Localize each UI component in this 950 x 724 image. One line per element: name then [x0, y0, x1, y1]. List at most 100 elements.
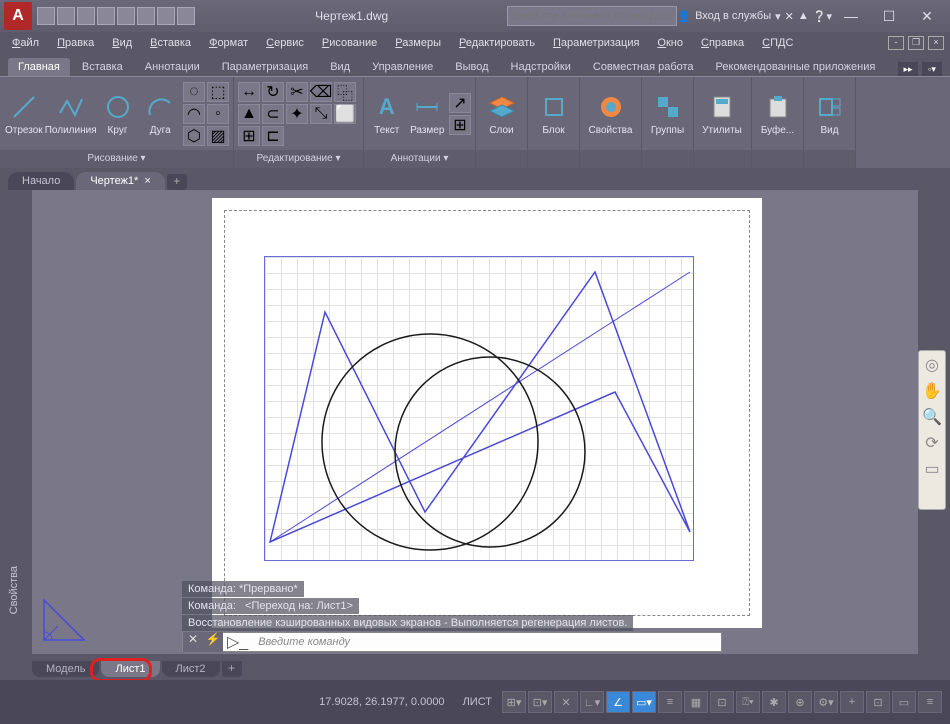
menu-modify[interactable]: Редактировать [451, 35, 543, 51]
menu-view[interactable]: Вид [104, 35, 140, 51]
modify-offset[interactable]: ⊏ [262, 126, 284, 146]
ribbon-tab-home[interactable]: Главная [8, 58, 70, 76]
status-otrack-button[interactable]: ▭▾ [632, 691, 656, 713]
line-button[interactable]: Отрезок [4, 81, 44, 147]
command-config-icon[interactable]: ⚡ [203, 632, 223, 652]
orbit-icon[interactable]: ⟳ [920, 431, 944, 455]
status-snap-button[interactable]: ⊡▾ [528, 691, 552, 713]
status-cycling-button[interactable]: ⊡ [710, 691, 734, 713]
menu-insert[interactable]: Вставка [142, 35, 199, 51]
modify-move[interactable]: ↔ [238, 82, 260, 102]
maximize-button[interactable]: ☐ [870, 2, 908, 30]
status-clean-button[interactable]: ▭ [892, 691, 916, 713]
layers-button[interactable]: Слои [480, 81, 523, 147]
modify-erase[interactable]: ⌫ [310, 82, 332, 102]
search-input[interactable] [507, 6, 677, 26]
menu-help[interactable]: Справка [693, 35, 752, 51]
app-icon[interactable]: A [4, 2, 32, 30]
status-autoscale-button[interactable]: ⊕ [788, 691, 812, 713]
steering-wheel-icon[interactable]: ◎ [920, 353, 944, 377]
coordinates-readout[interactable]: 17.9028, 26.1977, 0.0000 [311, 696, 452, 708]
minimize-button[interactable]: ― [832, 2, 870, 30]
draw-small-2[interactable]: ⬚ [207, 82, 229, 102]
user-icon[interactable]: 👤 [677, 10, 691, 23]
status-monitor-button[interactable]: + [840, 691, 864, 713]
status-lineweight-button[interactable]: ≡ [658, 691, 682, 713]
exchange-icon[interactable]: ✕ [785, 10, 794, 23]
status-transparency-button[interactable]: ▦ [684, 691, 708, 713]
menu-parametric[interactable]: Параметризация [545, 35, 647, 51]
qat-open-icon[interactable] [57, 7, 75, 25]
viewport[interactable] [264, 256, 694, 561]
modify-stretch[interactable]: ⤡ [310, 104, 332, 124]
ribbon-tab-output[interactable]: Вывод [445, 58, 498, 76]
menu-spds[interactable]: СПДС [754, 35, 801, 51]
modify-copy[interactable]: ⿻ [334, 82, 356, 102]
panel-title-annot[interactable]: Аннотации ▾ [364, 150, 475, 168]
status-polar-button[interactable]: ✕ [554, 691, 578, 713]
menu-tools[interactable]: Сервис [258, 35, 312, 51]
status-isolate-button[interactable]: ⊡ [866, 691, 890, 713]
status-annovisibility-button[interactable]: ✱ [762, 691, 786, 713]
zoom-icon[interactable]: 🔍 [920, 405, 944, 429]
dimension-button[interactable]: Размер [409, 81, 447, 147]
modify-mirror[interactable]: ▲ [238, 104, 260, 124]
pan-icon[interactable]: ✋ [920, 379, 944, 403]
modify-rotate[interactable]: ↻ [262, 82, 284, 102]
text-button[interactable]: AТекст [368, 81, 406, 147]
qat-save-icon[interactable] [77, 7, 95, 25]
qat-cloud-icon[interactable] [117, 7, 135, 25]
qat-new-icon[interactable] [37, 7, 55, 25]
file-tab-start[interactable]: Начало [8, 172, 74, 190]
help-icon[interactable]: ❔▾ [813, 10, 832, 23]
draw-small-6[interactable]: ▨ [207, 126, 229, 146]
ribbon-collapse-button[interactable]: ▫▾ [922, 62, 942, 76]
command-line[interactable]: ✕ ⚡ ▷_ Введите команду [182, 632, 722, 652]
close-button[interactable]: ✕ [908, 2, 946, 30]
menu-file[interactable]: Файл [4, 35, 47, 51]
menu-draw[interactable]: Рисование [314, 35, 385, 51]
command-input[interactable]: Введите команду [252, 636, 721, 648]
doc-minimize-button[interactable]: - [888, 36, 904, 50]
layout-tab-sheet1[interactable]: Лист1 [101, 661, 159, 677]
modify-array[interactable]: ⊞ [238, 126, 260, 146]
modify-explode[interactable]: ✦ [286, 104, 308, 124]
command-handle-icon[interactable]: ✕ [183, 632, 203, 652]
draw-small-5[interactable]: ⬡ [183, 126, 205, 146]
status-workspace-button[interactable]: ⚙▾ [814, 691, 838, 713]
doc-restore-button[interactable]: ❐ [908, 36, 924, 50]
ribbon-tab-view[interactable]: Вид [320, 58, 360, 76]
draw-small-1[interactable]: ◌ [183, 82, 205, 102]
status-osnap-button[interactable]: ∠ [606, 691, 630, 713]
status-ortho-button[interactable]: ∟▾ [580, 691, 604, 713]
chevron-down-icon[interactable]: ▾ [775, 10, 781, 23]
ribbon-tab-collab[interactable]: Совместная работа [583, 58, 704, 76]
groups-button[interactable]: Группы [646, 81, 689, 147]
menu-dimension[interactable]: Размеры [387, 35, 449, 51]
new-file-tab-button[interactable]: + [167, 174, 187, 190]
ribbon-tab-insert[interactable]: Вставка [72, 58, 133, 76]
status-custom-button[interactable]: ≡ [918, 691, 942, 713]
clipboard-button[interactable]: Буфе... [756, 81, 799, 147]
modify-trim[interactable]: ✂ [286, 82, 308, 102]
modify-scale[interactable]: ⬜ [334, 104, 356, 124]
annot-table[interactable]: ⊞ [449, 115, 471, 135]
menu-format[interactable]: Формат [201, 35, 256, 51]
modify-fillet[interactable]: ⊂ [262, 104, 284, 124]
panel-title-modify[interactable]: Редактирование ▾ [234, 150, 363, 168]
arc-button[interactable]: Дуга [140, 81, 180, 147]
panel-title-draw[interactable]: Рисование ▾ [0, 150, 233, 168]
status-grid-button[interactable]: ⊞▾ [502, 691, 526, 713]
ribbon-tab-annotate[interactable]: Аннотации [135, 58, 210, 76]
doc-close-button[interactable]: × [928, 36, 944, 50]
properties-button[interactable]: Свойства [584, 81, 637, 147]
view-button[interactable]: Вид [808, 81, 851, 147]
layout-tab-model[interactable]: Модель [32, 661, 99, 677]
status-annoscale-button[interactable]: ⍰▾ [736, 691, 760, 713]
block-button[interactable]: Блок [532, 81, 575, 147]
close-tab-icon[interactable]: × [144, 175, 150, 187]
draw-small-4[interactable]: ◦ [207, 104, 229, 124]
ucs-icon[interactable] [36, 592, 92, 648]
ribbon-play-icon[interactable]: ▸▸ [898, 62, 918, 76]
utilities-button[interactable]: Утилиты [698, 81, 746, 147]
